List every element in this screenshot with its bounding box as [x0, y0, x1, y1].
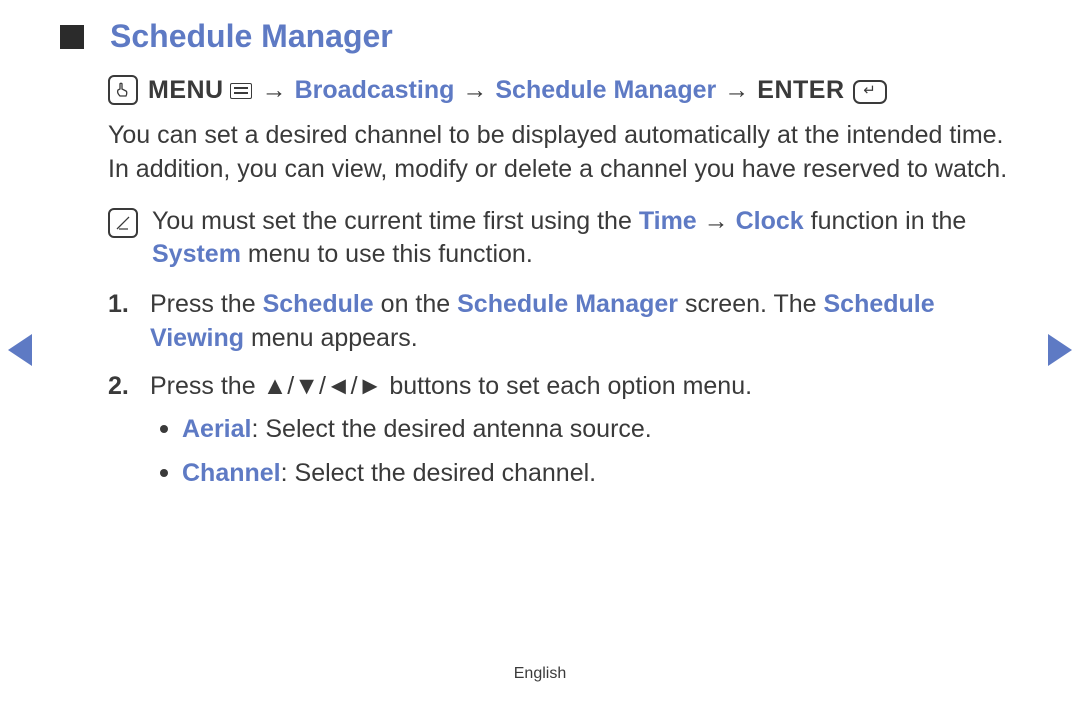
path-arrow: →: [462, 76, 487, 105]
channel-line: Channel: Select the desired channel.: [182, 457, 596, 491]
step-number: 2.: [108, 370, 134, 491]
note-pre: You must set the current time first usin…: [152, 207, 639, 235]
s1-mid1: on the: [374, 290, 457, 318]
note-time: Time: [639, 207, 697, 235]
aerial-label: Aerial: [182, 415, 251, 443]
s2-pre: Press the: [150, 372, 263, 400]
enter-label: ENTER: [757, 76, 844, 105]
prev-page-arrow[interactable]: [8, 334, 32, 366]
next-page-arrow[interactable]: [1048, 334, 1072, 366]
note-mid: function in the: [804, 207, 967, 235]
step-2: 2. Press the ▲/▼/◄/► buttons to set each…: [108, 370, 1020, 491]
bullet-channel: Channel: Select the desired channel.: [160, 457, 752, 491]
page-title: Schedule Manager: [110, 18, 393, 55]
enter-button-icon: [853, 80, 887, 104]
note-icon: [108, 208, 138, 238]
s1-schedule-manager: Schedule Manager: [457, 290, 678, 318]
intro-paragraph: You can set a desired channel to be disp…: [108, 119, 1020, 187]
s1-pre: Press the: [150, 290, 263, 318]
step-number: 1.: [108, 288, 134, 356]
s1-post: menu appears.: [244, 324, 418, 352]
aerial-text: : Select the desired antenna source.: [251, 415, 651, 443]
ordered-steps: 1. Press the Schedule on the Schedule Ma…: [108, 288, 1020, 491]
step-2-bullets: Aerial: Select the desired antenna sourc…: [150, 413, 752, 491]
menu-button-icon: [230, 83, 252, 99]
path-arrow: →: [262, 76, 287, 105]
s1-mid2: screen. The: [678, 290, 823, 318]
s2-post: buttons to set each option menu.: [382, 372, 752, 400]
s1-schedule: Schedule: [263, 290, 374, 318]
note-row: You must set the current time first usin…: [108, 205, 1020, 273]
note-arrow: →: [697, 207, 736, 235]
path-schedule-manager: Schedule Manager: [495, 76, 716, 105]
step-1: 1. Press the Schedule on the Schedule Ma…: [108, 288, 1020, 356]
menu-path: MENU → Broadcasting → Schedule Manager →…: [108, 75, 1020, 105]
note-post: menu to use this function.: [241, 240, 533, 268]
note-clock: Clock: [736, 207, 804, 235]
step-2-body: Press the ▲/▼/◄/► buttons to set each op…: [150, 370, 752, 491]
channel-label: Channel: [182, 459, 281, 487]
channel-text: : Select the desired channel.: [281, 459, 596, 487]
direction-buttons-text: ▲/▼/◄/►: [263, 372, 383, 400]
bullet-dot-icon: [160, 425, 168, 433]
footer-language: English: [0, 665, 1080, 683]
bullet-dot-icon: [160, 469, 168, 477]
page-content: Schedule Manager MENU → Broadcasting → S…: [0, 0, 1080, 491]
bullet-aerial: Aerial: Select the desired antenna sourc…: [160, 413, 752, 447]
menu-label: MENU: [148, 76, 224, 105]
step-1-body: Press the Schedule on the Schedule Manag…: [150, 288, 1020, 356]
remote-press-icon: [108, 75, 138, 105]
path-broadcasting: Broadcasting: [295, 76, 455, 105]
title-bullet-icon: [60, 25, 84, 49]
path-arrow: →: [724, 76, 749, 105]
aerial-line: Aerial: Select the desired antenna sourc…: [182, 413, 652, 447]
title-row: Schedule Manager: [60, 18, 1020, 55]
note-text: You must set the current time first usin…: [152, 205, 1020, 273]
note-system: System: [152, 240, 241, 268]
